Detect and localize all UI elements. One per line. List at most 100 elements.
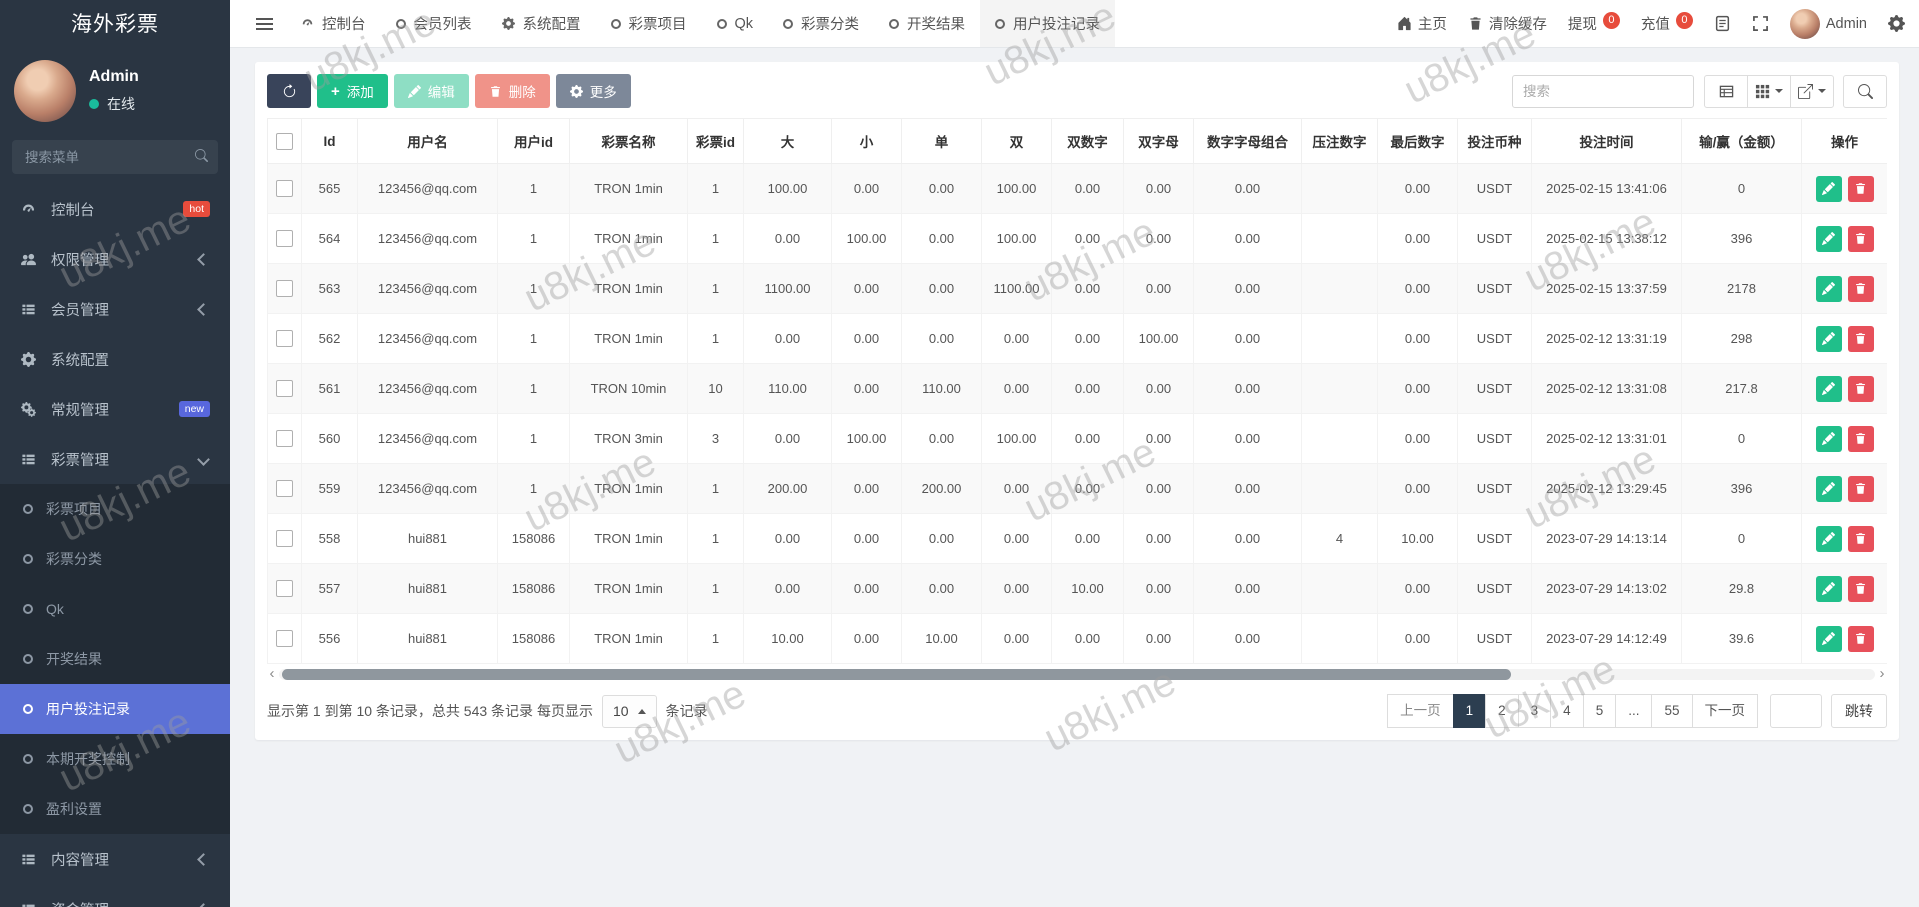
- home-link[interactable]: 主页: [1397, 13, 1447, 34]
- page-button-...[interactable]: ...: [1615, 694, 1653, 728]
- column-header-彩票名称[interactable]: 彩票名称: [569, 118, 688, 164]
- row-checkbox[interactable]: [276, 380, 293, 397]
- delete-button[interactable]: 删除: [474, 74, 550, 108]
- scrollbar-track[interactable]: [279, 668, 1875, 680]
- select-all-checkbox[interactable]: [276, 132, 293, 150]
- sidebar-item-常规管理[interactable]: 常规管理 new: [0, 384, 230, 434]
- sidebar-item-会员管理[interactable]: 会员管理: [0, 284, 230, 334]
- language-icon[interactable]: [1714, 15, 1731, 32]
- sidebar-subitem-用户投注记录[interactable]: 用户投注记录: [0, 684, 230, 734]
- refresh-button[interactable]: [267, 74, 311, 108]
- tab-会员列表[interactable]: 会员列表: [381, 0, 487, 47]
- sidebar-subitem-彩票分类[interactable]: 彩票分类: [0, 534, 230, 584]
- row-edit-button[interactable]: [1815, 475, 1842, 502]
- column-header-投注币种[interactable]: 投注币种: [1457, 118, 1532, 164]
- search-input[interactable]: [1512, 74, 1694, 108]
- page-size-select[interactable]: 10: [601, 694, 657, 728]
- row-edit-button[interactable]: [1815, 325, 1842, 352]
- sidebar-item-控制台[interactable]: 控制台 hot: [0, 184, 230, 234]
- sidebar-subitem-Qk[interactable]: Qk: [0, 584, 230, 634]
- row-delete-button[interactable]: [1847, 225, 1874, 252]
- column-header-小[interactable]: 小: [831, 118, 902, 164]
- sidebar-subitem-彩票项目[interactable]: 彩票项目: [0, 484, 230, 534]
- row-delete-button[interactable]: [1847, 525, 1874, 552]
- row-edit-button[interactable]: [1815, 225, 1842, 252]
- withdraw-link[interactable]: 提现 0: [1568, 12, 1620, 34]
- page-button-3[interactable]: 3: [1517, 694, 1552, 728]
- row-checkbox[interactable]: [276, 480, 293, 497]
- sidebar-subitem-本期开奖控制[interactable]: 本期开奖控制: [0, 734, 230, 784]
- add-button[interactable]: + 添加: [317, 74, 388, 108]
- column-header-Id[interactable]: Id: [301, 118, 358, 164]
- row-checkbox[interactable]: [276, 430, 293, 447]
- fullscreen-icon[interactable]: [1752, 15, 1769, 32]
- more-button[interactable]: 更多: [555, 74, 631, 108]
- sidebar-item-系统配置[interactable]: 系统配置: [0, 334, 230, 384]
- column-header-单[interactable]: 单: [901, 118, 982, 164]
- row-delete-button[interactable]: [1847, 425, 1874, 452]
- row-edit-button[interactable]: [1815, 575, 1842, 602]
- row-edit-button[interactable]: [1815, 275, 1842, 302]
- column-header-数字字母组合[interactable]: 数字字母组合: [1193, 118, 1302, 164]
- jump-button[interactable]: 跳转: [1831, 694, 1887, 728]
- row-delete-button[interactable]: [1847, 275, 1874, 302]
- next-page-button[interactable]: 下一页: [1691, 694, 1758, 728]
- page-button-2[interactable]: 2: [1485, 694, 1519, 728]
- page-button-1[interactable]: 1: [1452, 694, 1487, 728]
- row-edit-button[interactable]: [1815, 375, 1842, 402]
- page-button-55[interactable]: 55: [1651, 694, 1693, 728]
- row-edit-button[interactable]: [1815, 425, 1842, 452]
- row-checkbox[interactable]: [276, 180, 293, 197]
- column-header-输/赢（金额）[interactable]: 输/赢（金额）: [1681, 118, 1802, 164]
- column-header-投注时间[interactable]: 投注时间: [1531, 118, 1682, 164]
- row-delete-button[interactable]: [1847, 575, 1874, 602]
- column-header-双字母[interactable]: 双字母: [1123, 118, 1194, 164]
- column-header-大[interactable]: 大: [743, 118, 832, 164]
- tab-彩票分类[interactable]: 彩票分类: [768, 0, 874, 47]
- row-delete-button[interactable]: [1847, 475, 1874, 502]
- column-header-用户名[interactable]: 用户名: [357, 118, 498, 164]
- edit-button[interactable]: 编辑: [393, 74, 469, 108]
- page-button-5[interactable]: 5: [1582, 694, 1617, 728]
- columns-button[interactable]: [1747, 74, 1791, 108]
- page-button-4[interactable]: 4: [1550, 694, 1584, 728]
- row-checkbox[interactable]: [276, 580, 293, 597]
- tab-开奖结果[interactable]: 开奖结果: [874, 0, 980, 47]
- row-checkbox[interactable]: [276, 230, 293, 247]
- row-delete-button[interactable]: [1847, 175, 1874, 202]
- sidebar-subitem-盈利设置[interactable]: 盈利设置: [0, 784, 230, 834]
- sidebar-item-权限管理[interactable]: 权限管理: [0, 234, 230, 284]
- tab-Qk[interactable]: Qk: [702, 0, 769, 47]
- scroll-left-icon[interactable]: ‹: [267, 666, 277, 681]
- row-delete-button[interactable]: [1847, 375, 1874, 402]
- column-header-最后数字[interactable]: 最后数字: [1377, 118, 1458, 164]
- row-edit-button[interactable]: [1815, 175, 1842, 202]
- row-delete-button[interactable]: [1847, 625, 1874, 652]
- export-button[interactable]: [1790, 74, 1834, 108]
- column-header-双数字[interactable]: 双数字: [1051, 118, 1124, 164]
- advanced-search-button[interactable]: [1843, 74, 1887, 108]
- sidebar-item-资金管理[interactable]: 资金管理: [0, 884, 230, 907]
- row-checkbox[interactable]: [276, 330, 293, 347]
- menu-search-input[interactable]: [12, 140, 218, 174]
- row-edit-button[interactable]: [1815, 525, 1842, 552]
- scroll-right-icon[interactable]: ›: [1877, 666, 1887, 681]
- sidebar-subitem-开奖结果[interactable]: 开奖结果: [0, 634, 230, 684]
- column-header-彩票id[interactable]: 彩票id: [687, 118, 744, 164]
- row-checkbox[interactable]: [276, 530, 293, 547]
- clear-cache-link[interactable]: 清除缓存: [1468, 13, 1547, 34]
- column-header-用户id[interactable]: 用户id: [497, 118, 570, 164]
- tab-彩票项目[interactable]: 彩票项目: [596, 0, 702, 47]
- scrollbar-thumb[interactable]: [282, 668, 1511, 680]
- menu-toggle-icon[interactable]: [242, 0, 286, 47]
- row-delete-button[interactable]: [1847, 325, 1874, 352]
- column-header-压注数字[interactable]: 压注数字: [1301, 118, 1378, 164]
- tab-控制台[interactable]: 控制台: [286, 0, 381, 47]
- prev-page-button[interactable]: 上一页: [1387, 694, 1454, 728]
- row-edit-button[interactable]: [1815, 625, 1842, 652]
- account-menu[interactable]: Admin: [1789, 8, 1867, 39]
- avatar[interactable]: [14, 60, 76, 122]
- tab-系统配置[interactable]: 系统配置: [487, 0, 596, 47]
- tab-用户投注记录[interactable]: 用户投注记录: [980, 0, 1116, 47]
- sidebar-item-彩票管理[interactable]: 彩票管理: [0, 434, 230, 484]
